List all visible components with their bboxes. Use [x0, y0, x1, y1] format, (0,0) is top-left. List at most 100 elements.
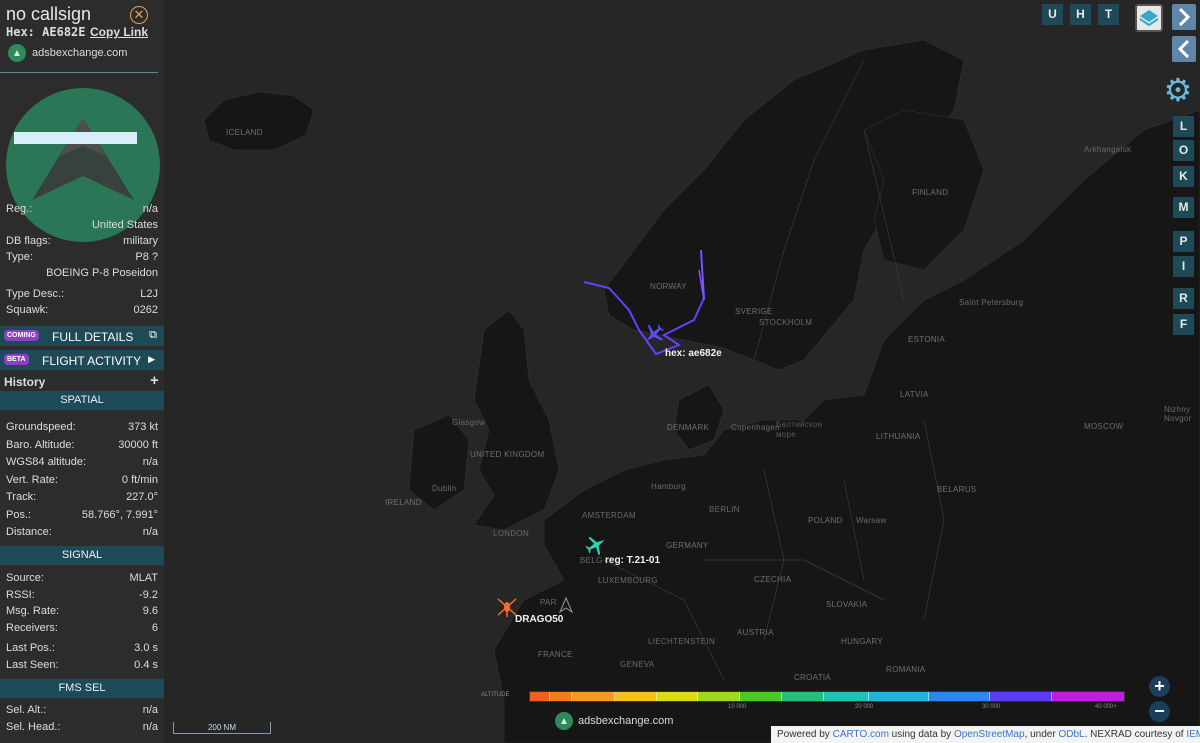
label-london: LONDON	[493, 529, 530, 538]
aircraft-info-panel: no callsign ✕ Hex: AE682E Copy Link ▲ ad…	[0, 0, 164, 743]
toggle-k-button[interactable]: K	[1173, 166, 1194, 187]
footer-site-name: adsbexchange.com	[578, 715, 674, 727]
toggle-i-button[interactable]: I	[1173, 256, 1194, 277]
row-value: 6	[151, 621, 158, 634]
data-row: WGS84 altitude: n/a	[6, 456, 158, 471]
toggle-h-button[interactable]: H	[1070, 4, 1091, 25]
dbflags-value: military	[123, 235, 158, 247]
land-great-britain	[473, 309, 560, 531]
layers-button[interactable]	[1135, 4, 1163, 32]
settings-gear-icon[interactable]: ⚙	[1160, 72, 1196, 108]
row-label: Track:	[6, 491, 37, 503]
full-details-button[interactable]: COMING FULL DETAILS ⧉	[0, 326, 164, 346]
toggle-t-button[interactable]: T	[1098, 4, 1119, 25]
basemap	[203, 39, 1200, 743]
label-finland: FINLAND	[912, 188, 949, 197]
data-row: Pos.: 58.766°, 7.991°	[6, 509, 158, 524]
squawk-row: Squawk: 0262	[6, 304, 158, 319]
row-value: 0.4 s	[134, 658, 158, 671]
adsbx-logo-icon: ▲	[8, 44, 26, 62]
expand-right-button[interactable]	[1172, 4, 1196, 30]
copy-link[interactable]: Copy Link	[90, 25, 148, 39]
spatial-header: SPATIAL	[0, 391, 164, 410]
attr-nexrad: . NEXRAD courtesy of	[1084, 729, 1187, 740]
iem-link[interactable]: IEM	[1186, 729, 1200, 740]
map-view[interactable]: ICELAND NORWAY SVERIGE FINLAND STOCKHOLM…	[164, 0, 1200, 743]
row-value: MLAT	[129, 572, 158, 584]
history-label[interactable]: History	[4, 375, 45, 389]
data-row: Sel. Alt.: n/a	[6, 704, 158, 719]
label-germany: GERMANY	[666, 541, 709, 550]
altitude-tick-4: 40 000+	[1095, 704, 1117, 710]
label-norway: NORWAY	[650, 282, 687, 291]
history-expand-icon[interactable]: +	[150, 372, 159, 389]
label-stockholm: STOCKHOLM	[759, 318, 813, 327]
toggle-f-button[interactable]: F	[1173, 314, 1194, 335]
osm-link[interactable]: OpenStreetMap	[954, 729, 1025, 740]
row-label: Receivers:	[6, 621, 58, 634]
label-paris: PAR	[540, 598, 557, 607]
label-romania: ROMANIA	[886, 665, 926, 674]
row-label: Msg. Rate:	[6, 605, 60, 617]
toggle-m-button[interactable]: M	[1173, 197, 1194, 218]
label-slovakia: SLOVAKIA	[826, 600, 868, 609]
full-details-label: FULL DETAILS	[52, 330, 134, 344]
site-link[interactable]: ▲ adsbexchange.com	[8, 43, 127, 63]
beta-badge: BETA	[4, 354, 29, 365]
toggle-p-button[interactable]: P	[1173, 231, 1194, 252]
close-icon[interactable]: ✕	[130, 6, 148, 24]
row-value: 58.766°, 7.991°	[81, 508, 158, 521]
data-row: Baro. Altitude: 30000 ft	[6, 439, 158, 454]
aircraft-marker-ae682e[interactable]	[642, 322, 666, 346]
label-moscow: MOSCOW	[1084, 422, 1124, 431]
aircraft-label-drago50[interactable]: DRAGO50	[515, 614, 563, 625]
row-label: Last Pos.:	[6, 642, 55, 654]
type-label: Type:	[6, 251, 33, 263]
typedesc-label: Type Desc.:	[6, 288, 65, 300]
toggle-l-button[interactable]: L	[1173, 116, 1194, 137]
land-ireland	[408, 414, 470, 511]
toggle-u-button[interactable]: U	[1042, 4, 1063, 25]
collapse-left-button[interactable]	[1172, 36, 1196, 62]
flight-activity-button[interactable]: BETA FLIGHT ACTIVITY ▶	[0, 350, 164, 370]
external-link-icon: ⧉	[149, 329, 157, 341]
row-label: Sel. Head.:	[6, 721, 61, 733]
row-value: n/a	[142, 456, 158, 468]
row-value: n/a	[142, 526, 158, 538]
row-label: Vert. Rate:	[6, 473, 58, 486]
data-row: Last Seen: 0.4 s	[6, 659, 158, 674]
country-value: United States	[91, 219, 158, 231]
fms-header: FMS SEL	[0, 679, 164, 698]
zoom-out-button[interactable]: −	[1149, 701, 1170, 722]
row-value: 227.0°	[126, 491, 158, 503]
toggle-r-button[interactable]: R	[1173, 288, 1194, 309]
grounded-aircraft-icon[interactable]	[558, 597, 574, 613]
typedesc-value: L2J	[140, 288, 158, 300]
dbflags-label: DB flags:	[6, 235, 51, 247]
data-row: RSSI: -9.2	[6, 589, 158, 604]
row-value: 373 kt	[128, 421, 158, 433]
aircraft-label-ae682e[interactable]: hex: ae682e	[665, 348, 722, 359]
aircraft-label-t21[interactable]: reg: T.21-01	[605, 555, 660, 566]
carto-link[interactable]: CARTO.com	[833, 729, 889, 740]
chevron-right-icon	[1178, 7, 1191, 27]
zoom-in-button[interactable]: +	[1149, 676, 1170, 697]
hex-label: Hex:	[6, 25, 35, 39]
divider	[0, 72, 158, 73]
label-sweden: SVERIGE	[735, 307, 773, 316]
label-luxembourg: LUXEMBOURG	[598, 576, 658, 585]
type-full-row: BOEING P-8 Poseidon	[6, 267, 158, 282]
type-value: P8 ?	[135, 251, 158, 263]
odbl-link[interactable]: ODbL	[1058, 729, 1084, 740]
footer-site-link[interactable]: ▲ adsbexchange.com	[555, 712, 673, 730]
layers-icon	[1139, 10, 1159, 27]
toggle-o-button[interactable]: O	[1173, 140, 1194, 161]
label-denmark: DENMARK	[667, 423, 710, 432]
row-value: 30000 ft	[118, 438, 158, 451]
label-dublin: Dublin	[432, 484, 457, 493]
callsign: no callsign	[6, 4, 92, 24]
data-row: Last Pos.: 3.0 s	[6, 642, 158, 657]
aircraft-marker-t21[interactable]	[584, 533, 608, 557]
chevron-right-icon: ▶	[148, 354, 155, 364]
attr-mid: using data by	[888, 729, 954, 740]
